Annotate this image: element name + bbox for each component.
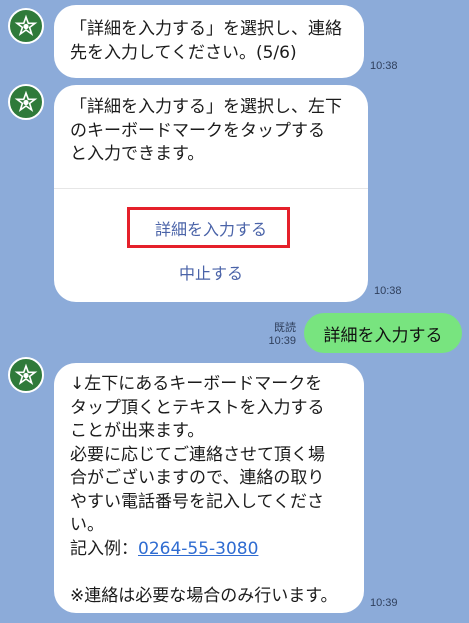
message-text-after-link: ※連絡は必要な場合のみ行います。 [70,585,338,606]
avatar[interactable] [8,8,44,44]
message-time: 10:38 [374,285,402,297]
avatar[interactable] [8,84,44,120]
star-emblem-icon [14,363,38,386]
star-emblem-icon [14,90,38,113]
phone-link[interactable]: 0264-55-3080 [138,539,258,559]
message-time: 10:39 [268,335,296,347]
cancel-button[interactable]: 中止する [54,260,368,284]
message-card: 「詳細を入力する」を選択し、左下 のキーボードマークをタップする と入力できます… [54,85,368,302]
message-text-before-link: ↓左下にあるキーボードマークを タップ頂くとテキストを入力する ことが出来ます。… [70,374,325,559]
message-bubble: 「詳細を入力する」を選択し、連絡 先を入力してください。(5/6) [54,5,364,78]
sent-message-bubble: 詳細を入力する [304,313,462,353]
star-emblem-icon [14,14,38,37]
read-label: 既読 [274,322,296,334]
message-time: 10:38 [370,60,398,72]
message-time: 10:39 [370,597,398,609]
message-text: ↓左下にあるキーボードマークを タップ頂くとテキストを入力する ことが出来ます。… [70,373,348,608]
message-bubble: ↓左下にあるキーボードマークを タップ頂くとテキストを入力する ことが出来ます。… [54,363,364,613]
divider [54,188,368,189]
sent-message-text: 詳細を入力する [323,325,443,346]
avatar[interactable] [8,357,44,393]
read-status: 既読 10:39 [250,322,296,348]
message-text: 「詳細を入力する」を選択し、左下 のキーボードマークをタップする と入力できます… [70,97,342,164]
message-text: 「詳細を入力する」を選択し、連絡 先を入力してください。(5/6) [70,19,342,63]
highlight-box [127,207,290,248]
